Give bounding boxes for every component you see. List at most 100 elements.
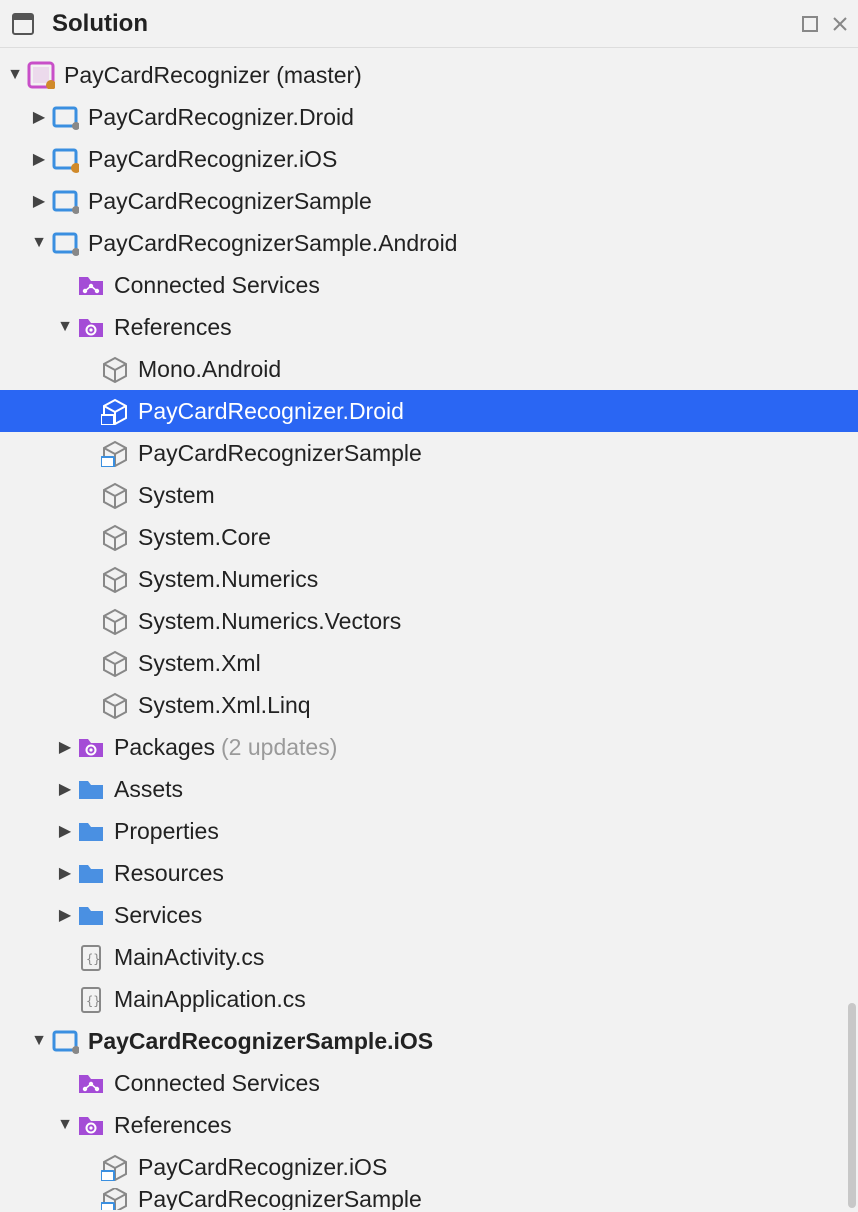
solution-node[interactable]: ▼ PayCardRecognizer (master) [0, 54, 858, 96]
chevron-right-icon[interactable]: ▶ [54, 863, 76, 883]
project-icon [50, 144, 80, 174]
project-label: PayCardRecognizer.iOS [88, 146, 337, 173]
reference-item[interactable]: Mono.Android [0, 348, 858, 390]
restore-button[interactable] [800, 14, 820, 34]
folder-label: Services [114, 902, 202, 929]
solution-name: PayCardRecognizer [64, 62, 270, 88]
chevron-right-icon[interactable]: ▶ [28, 107, 50, 127]
packages-node[interactable]: ▶ Packages (2 updates) [0, 726, 858, 768]
reference-item[interactable]: PayCardRecognizerSample [0, 1188, 858, 1210]
folder-services[interactable]: ▶ Services [0, 894, 858, 936]
assembly-icon [100, 606, 130, 636]
folder-properties[interactable]: ▶ Properties [0, 810, 858, 852]
project-ios[interactable]: ▶ PayCardRecognizer.iOS [0, 138, 858, 180]
reference-item[interactable]: PayCardRecognizerSample [0, 432, 858, 474]
folder-label: Assets [114, 776, 183, 803]
folder-icon [76, 858, 106, 888]
assembly-icon [100, 564, 130, 594]
chevron-down-icon[interactable]: ▼ [54, 1116, 76, 1134]
file-main-activity[interactable]: MainActivity.cs [0, 936, 858, 978]
chevron-down-icon[interactable]: ▼ [28, 234, 50, 252]
chevron-down-icon[interactable]: ▼ [4, 66, 26, 84]
project-label: PayCardRecognizer.Droid [88, 104, 354, 131]
reference-label: System [138, 482, 215, 509]
project-icon [50, 1026, 80, 1056]
connected-services-icon [76, 1068, 106, 1098]
node-label: Packages [114, 734, 215, 761]
reference-item[interactable]: PayCardRecognizer.iOS [0, 1146, 858, 1188]
project-label: PayCardRecognizerSample.iOS [88, 1028, 433, 1055]
project-sample-ios[interactable]: ▼ PayCardRecognizerSample.iOS [0, 1020, 858, 1062]
file-label: MainApplication.cs [114, 986, 306, 1013]
chevron-down-icon[interactable]: ▼ [28, 1032, 50, 1050]
assembly-icon [100, 522, 130, 552]
node-label: References [114, 1112, 232, 1139]
references-node[interactable]: ▼ References [0, 1104, 858, 1146]
solution-tree[interactable]: ▼ PayCardRecognizer (master) ▶ PayCardRe… [0, 48, 858, 1212]
project-sample-android[interactable]: ▼ PayCardRecognizerSample.Android [0, 222, 858, 264]
reference-item-selected[interactable]: PayCardRecognizer.Droid [0, 390, 858, 432]
connected-services-icon [76, 270, 106, 300]
chevron-right-icon[interactable]: ▶ [28, 191, 50, 211]
csharp-file-icon [76, 942, 106, 972]
project-icon [50, 102, 80, 132]
references-icon [76, 312, 106, 342]
reference-label: System.Core [138, 524, 271, 551]
reference-item[interactable]: System.Xml.Linq [0, 684, 858, 726]
packages-update-badge: (2 updates) [221, 734, 337, 761]
solution-icon [26, 60, 56, 90]
folder-label: Properties [114, 818, 219, 845]
project-sample[interactable]: ▶ PayCardRecognizerSample [0, 180, 858, 222]
reference-label: System.Numerics.Vectors [138, 608, 401, 635]
packages-icon [76, 732, 106, 762]
project-droid[interactable]: ▶ PayCardRecognizer.Droid [0, 96, 858, 138]
window-icon [8, 9, 38, 39]
reference-label: Mono.Android [138, 356, 281, 383]
csharp-file-icon [76, 984, 106, 1014]
reference-label: PayCardRecognizer.iOS [138, 1154, 387, 1181]
reference-item[interactable]: System [0, 474, 858, 516]
folder-resources[interactable]: ▶ Resources [0, 852, 858, 894]
chevron-right-icon[interactable]: ▶ [28, 149, 50, 169]
file-main-application[interactable]: MainApplication.cs [0, 978, 858, 1020]
node-label: Connected Services [114, 272, 320, 299]
close-button[interactable] [830, 14, 850, 34]
assembly-icon [100, 354, 130, 384]
references-node[interactable]: ▼ References [0, 306, 858, 348]
chevron-right-icon[interactable]: ▶ [54, 737, 76, 757]
project-reference-icon [100, 438, 130, 468]
connected-services-node[interactable]: Connected Services [0, 1062, 858, 1104]
project-icon [50, 186, 80, 216]
connected-services-node[interactable]: Connected Services [0, 264, 858, 306]
reference-item[interactable]: System.Numerics.Vectors [0, 600, 858, 642]
project-label: PayCardRecognizerSample [88, 188, 372, 215]
folder-label: Resources [114, 860, 224, 887]
chevron-right-icon[interactable]: ▶ [54, 779, 76, 799]
reference-item[interactable]: System.Core [0, 516, 858, 558]
node-label: Connected Services [114, 1070, 320, 1097]
reference-label: PayCardRecognizerSample [138, 440, 422, 467]
project-label: PayCardRecognizerSample.Android [88, 230, 457, 257]
reference-item[interactable]: System.Xml [0, 642, 858, 684]
assembly-icon [100, 690, 130, 720]
chevron-down-icon[interactable]: ▼ [54, 318, 76, 336]
folder-icon [76, 774, 106, 804]
chevron-right-icon[interactable]: ▶ [54, 821, 76, 841]
assembly-icon [100, 480, 130, 510]
solution-panel: Solution ▼ PayCardRecognizer (master) ▶ … [0, 0, 858, 1212]
reference-item[interactable]: System.Numerics [0, 558, 858, 600]
chevron-right-icon[interactable]: ▶ [54, 905, 76, 925]
scrollbar-thumb[interactable] [848, 1003, 856, 1208]
solution-branch: (master) [276, 62, 362, 88]
project-icon [50, 228, 80, 258]
reference-label: System.Numerics [138, 566, 318, 593]
reference-label: PayCardRecognizer.Droid [138, 398, 404, 425]
folder-icon [76, 816, 106, 846]
assembly-icon [100, 648, 130, 678]
reference-label: PayCardRecognizerSample [138, 1188, 422, 1210]
folder-assets[interactable]: ▶ Assets [0, 768, 858, 810]
references-icon [76, 1110, 106, 1140]
project-reference-icon [100, 1188, 130, 1210]
panel-title: Solution [52, 10, 800, 38]
node-label: References [114, 314, 232, 341]
